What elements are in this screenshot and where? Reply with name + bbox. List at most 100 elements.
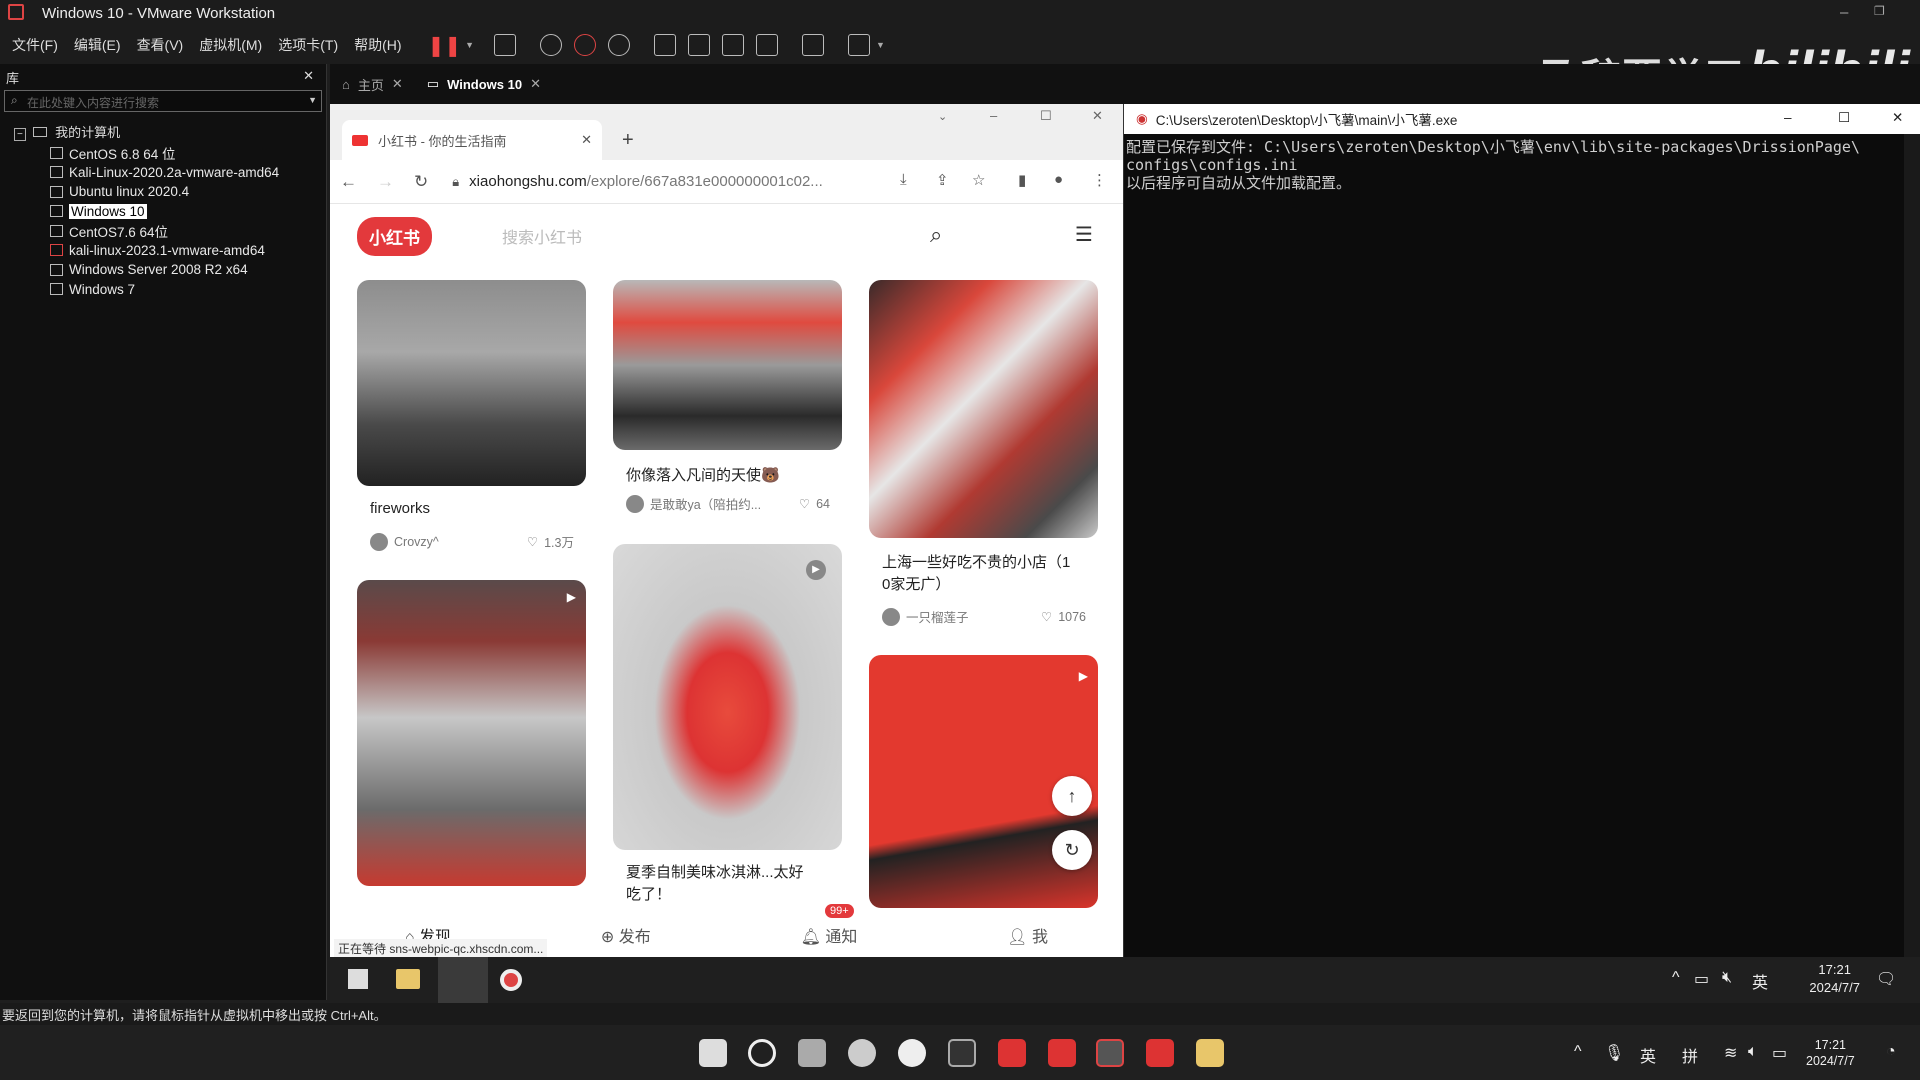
close-icon[interactable]: ✕ bbox=[1892, 110, 1903, 126]
dropdown-icon[interactable]: ▼ bbox=[876, 40, 885, 50]
note-cover[interactable]: ▶ bbox=[613, 544, 842, 850]
new-tab-icon[interactable]: + bbox=[622, 129, 634, 152]
heart-icon[interactable]: ♡ bbox=[799, 496, 810, 511]
chevron-up-icon[interactable]: ^ bbox=[1574, 1043, 1582, 1061]
more-icon[interactable]: ⋮ bbox=[1092, 171, 1107, 189]
maximize-icon[interactable]: ☐ bbox=[1838, 110, 1850, 126]
menu-help[interactable]: 帮助(H) bbox=[346, 35, 409, 55]
vm-item[interactable]: CentOS7.6 64位 bbox=[50, 221, 326, 241]
volume-icon[interactable]: 🔈︎ bbox=[1748, 1043, 1758, 1061]
terminal-icon[interactable] bbox=[948, 1039, 976, 1067]
file-explorer-icon[interactable] bbox=[396, 969, 420, 989]
profile-icon[interactable]: ● bbox=[1054, 171, 1063, 188]
music-icon[interactable] bbox=[1048, 1039, 1076, 1067]
thumbnail-icon[interactable] bbox=[688, 34, 710, 56]
minimize-icon[interactable]: – bbox=[1840, 4, 1848, 21]
forward-icon[interactable]: → bbox=[377, 172, 394, 192]
vm-item[interactable]: kali-linux-2023.1-vmware-amd64 bbox=[50, 241, 326, 261]
close-icon[interactable]: ✕ bbox=[530, 76, 541, 92]
ime-indicator[interactable]: 英 bbox=[1752, 969, 1768, 993]
tree-root[interactable]: − 我的计算机 bbox=[14, 122, 326, 141]
vm-item[interactable]: Kali-Linux-2020.2a-vmware-amd64 bbox=[50, 163, 326, 183]
console-output[interactable]: 配置已保存到文件: C:\Users\zeroten\Desktop\小飞薯\e… bbox=[1124, 134, 1920, 196]
menu-icon[interactable]: ☰ bbox=[1075, 222, 1093, 247]
menu-edit[interactable]: 编辑(E) bbox=[66, 35, 129, 55]
app-icon[interactable] bbox=[898, 1039, 926, 1067]
sidebar-toggle-icon[interactable] bbox=[654, 34, 676, 56]
revert-snapshot-icon[interactable] bbox=[574, 34, 596, 56]
chevron-down-icon[interactable]: ▼ bbox=[308, 95, 317, 105]
edge-icon[interactable] bbox=[848, 1039, 876, 1067]
guest-clock[interactable]: 17:21 2024/7/7 bbox=[1809, 961, 1860, 997]
back-icon[interactable]: ← bbox=[340, 172, 357, 192]
wifi-icon[interactable]: ≋ bbox=[1724, 1043, 1737, 1063]
menu-tabs[interactable]: 选项卡(T) bbox=[270, 35, 346, 55]
avatar[interactable] bbox=[882, 607, 900, 626]
note-cover[interactable] bbox=[357, 280, 586, 486]
app-red-icon[interactable] bbox=[998, 1039, 1026, 1067]
task-view-icon[interactable] bbox=[798, 1039, 826, 1067]
snapshot-icon[interactable] bbox=[540, 34, 562, 56]
battery-icon[interactable]: ▭ bbox=[1772, 1043, 1787, 1063]
note-author[interactable]: 一只榴莲子 bbox=[906, 607, 969, 626]
menu-view[interactable]: 查看(V) bbox=[129, 35, 192, 55]
url-field[interactable]: xiaohongshu.com/explore/667a831e00000000… bbox=[469, 173, 823, 190]
app-red-icon[interactable] bbox=[1146, 1039, 1174, 1067]
scroll-top-button[interactable]: ↑ bbox=[1052, 776, 1092, 816]
search-icon[interactable]: ⌕ bbox=[930, 222, 942, 248]
vm-item[interactable]: Ubuntu linux 2020.4 bbox=[50, 182, 326, 202]
stretch-icon[interactable] bbox=[848, 34, 870, 56]
vm-item[interactable]: Windows 7 bbox=[50, 280, 326, 300]
unity-icon[interactable] bbox=[756, 34, 778, 56]
xhs-logo[interactable]: 小红书 bbox=[357, 216, 432, 256]
scrollbar[interactable] bbox=[1904, 134, 1920, 957]
app-running-icon[interactable] bbox=[438, 957, 488, 1003]
avatar[interactable] bbox=[626, 494, 644, 513]
microphone-icon[interactable]: 🎙︎ bbox=[1604, 1043, 1624, 1063]
xhs-search-input[interactable]: 搜索小红书 bbox=[502, 224, 582, 248]
sidepanel-icon[interactable]: ▮ bbox=[1018, 171, 1026, 189]
send-keys-icon[interactable] bbox=[494, 34, 516, 56]
chevron-down-icon[interactable]: ⌄ bbox=[938, 110, 947, 123]
note-title[interactable]: 夏季自制美味冰淇淋...太好 吃了！ bbox=[626, 862, 804, 906]
note-cover[interactable] bbox=[613, 280, 842, 450]
fullscreen-icon[interactable] bbox=[722, 34, 744, 56]
note-cover[interactable]: ▶ bbox=[357, 580, 586, 886]
menu-vm[interactable]: 虚拟机(M) bbox=[191, 35, 270, 55]
windows-start-icon[interactable] bbox=[699, 1039, 727, 1067]
note-author[interactable]: 是敢敢ya（陪拍约... bbox=[650, 494, 761, 513]
note-title[interactable]: 你像落入凡间的天使🐻 bbox=[626, 464, 780, 485]
browser-tab[interactable]: 小红书 - 你的生活指南 ✕ bbox=[342, 120, 602, 160]
avatar[interactable] bbox=[370, 532, 388, 551]
chevron-up-icon[interactable]: ^ bbox=[1672, 969, 1680, 987]
ime-indicator[interactable]: 拼 bbox=[1682, 1043, 1698, 1067]
refresh-button[interactable]: ↻ bbox=[1052, 830, 1092, 870]
close-icon[interactable]: ✕ bbox=[581, 132, 592, 148]
star-icon[interactable]: ☆ bbox=[972, 171, 985, 189]
minimize-icon[interactable]: – bbox=[1784, 110, 1792, 125]
tab-home[interactable]: ⌂ 主页 ✕ bbox=[330, 75, 415, 94]
volume-icon[interactable]: 🔇︎ bbox=[1722, 969, 1732, 987]
snapshot-manager-icon[interactable] bbox=[608, 34, 630, 56]
close-icon[interactable]: ✕ bbox=[303, 68, 314, 84]
file-explorer-icon[interactable] bbox=[1196, 1039, 1224, 1067]
vm-item[interactable]: Windows Server 2008 R2 x64 bbox=[50, 260, 326, 280]
share-icon[interactable]: ⇪ bbox=[936, 171, 949, 189]
close-icon[interactable]: ✕ bbox=[1092, 108, 1103, 124]
collapse-icon[interactable]: − bbox=[14, 128, 26, 141]
note-title[interactable]: fireworks bbox=[370, 500, 430, 517]
console-view-icon[interactable] bbox=[802, 34, 824, 56]
chrome-icon[interactable] bbox=[500, 969, 522, 991]
install-icon[interactable]: ⤓ bbox=[900, 171, 907, 188]
pause-icon[interactable]: ❚❚ bbox=[428, 33, 462, 58]
nav-notifications[interactable]: 🔔︎ 通知 bbox=[801, 923, 858, 947]
host-clock[interactable]: 17:21 2024/7/7 bbox=[1806, 1037, 1855, 1069]
note-title[interactable]: 上海一些好吃不贵的小店（1 0家无广） bbox=[882, 552, 1070, 596]
reload-icon[interactable]: ↻ bbox=[414, 172, 428, 192]
search-icon[interactable] bbox=[748, 1039, 776, 1067]
maximize-icon[interactable]: ☐ bbox=[1040, 108, 1052, 124]
tab-windows10[interactable]: ▭ Windows 10 ✕ bbox=[415, 76, 553, 92]
vm-item-selected[interactable]: Windows 10 bbox=[50, 202, 326, 222]
menu-file[interactable]: 文件(F) bbox=[4, 35, 66, 55]
minimize-icon[interactable]: – bbox=[990, 108, 997, 123]
